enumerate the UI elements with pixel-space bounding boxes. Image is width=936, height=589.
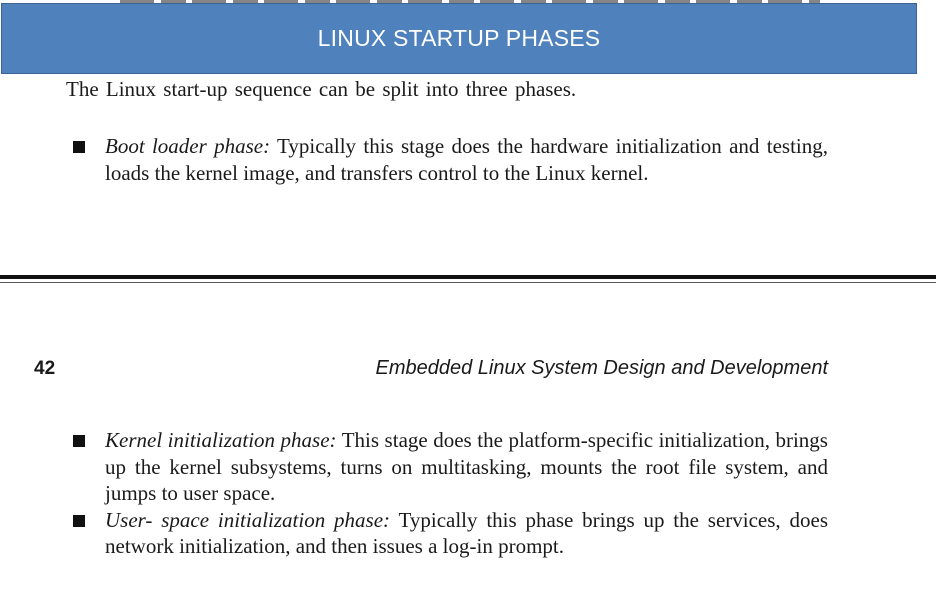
intro-paragraph: The Linux start-up sequence can be split… bbox=[66, 77, 577, 101]
bullet-term: Boot loader phase: bbox=[105, 134, 271, 158]
bullet-item-user-space-init: User- space initialization phase: Typica… bbox=[0, 507, 828, 560]
bullet-item-kernel-init: Kernel initialization phase: This stage … bbox=[0, 427, 828, 507]
bullet-term: User- space initialization phase: bbox=[105, 507, 391, 532]
running-head: Embedded Linux System Design and Develop… bbox=[375, 357, 828, 379]
bullet-term: Kernel initialization phase: bbox=[105, 428, 337, 452]
page-break-rule-thin bbox=[0, 282, 936, 283]
square-bullet-icon bbox=[73, 435, 85, 447]
square-bullet-icon bbox=[73, 141, 85, 153]
slide-title-banner: LINUX STARTUP PHASES bbox=[1, 3, 917, 74]
bullet-item-boot-loader: Boot loader phase: Typically this stage … bbox=[0, 133, 828, 186]
bullet-list-top: Boot loader phase: Typically this stage … bbox=[0, 133, 936, 186]
page-break-rule bbox=[0, 275, 936, 279]
bullet-list-bottom: Kernel initialization phase: This stage … bbox=[0, 427, 936, 560]
square-bullet-icon bbox=[73, 514, 85, 527]
slide-title: LINUX STARTUP PHASES bbox=[317, 25, 601, 51]
page-number: 42 bbox=[34, 358, 56, 379]
